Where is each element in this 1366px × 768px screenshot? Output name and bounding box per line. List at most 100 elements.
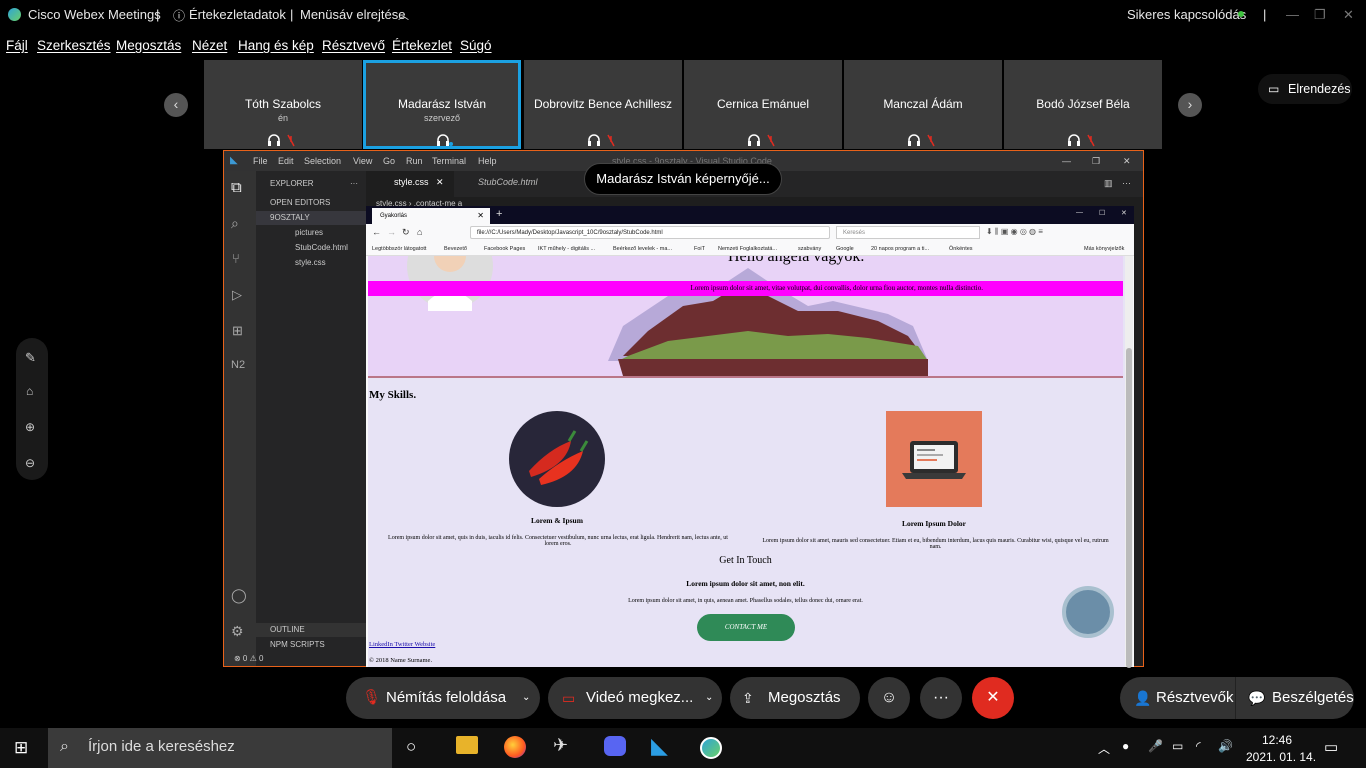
vscode-status-bar[interactable]: ⊗ 0 ⚠ 0 — [224, 651, 366, 666]
annotate-icon[interactable]: ✎ — [25, 350, 36, 366]
contact-me-button[interactable]: CONTACT ME — [697, 614, 795, 641]
minimize-icon[interactable]: — — [1286, 7, 1299, 22]
maximize-icon[interactable]: ☐ — [1099, 209, 1105, 217]
floating-avatar-icon[interactable] — [1062, 586, 1114, 638]
more-options-button[interactable]: ··· — [920, 677, 962, 719]
share-button[interactable]: ⇪ Megosztás — [730, 677, 860, 719]
page-scrollbar[interactable] — [1125, 256, 1133, 668]
vscode-menu-item[interactable]: File — [253, 156, 268, 166]
tab-style-css[interactable]: style.css ✕ — [366, 171, 454, 197]
browser-search-input[interactable]: Keresés — [836, 226, 980, 239]
vscode-menu-item[interactable]: Help — [478, 156, 497, 166]
bookmark-item[interactable]: FoiT — [694, 246, 705, 252]
close-icon[interactable]: ✕ — [1343, 7, 1354, 23]
browser-extension-icons[interactable]: ⬇ ⫼ ▣ ◉ ◎ ◍ ≡ — [986, 227, 1130, 239]
unmute-button[interactable]: 🎙 Némítás feloldása ⌄ — [346, 677, 540, 719]
more-actions-icon[interactable]: ··· — [1122, 178, 1131, 188]
extension-n2-icon[interactable]: N2 — [231, 359, 245, 371]
menu-file[interactable]: Fájl — [6, 38, 28, 53]
tab-stubcode-html[interactable]: StubCode.html — [454, 171, 554, 197]
new-tab-icon[interactable]: + — [496, 208, 502, 220]
hide-menu-button[interactable]: Menüsáv elrejtése — [300, 7, 406, 22]
notifications-icon[interactable]: ▭ — [1324, 738, 1338, 756]
participant-tile[interactable]: Bodó József Béla — [1004, 60, 1162, 149]
maximize-icon[interactable]: ❐ — [1314, 7, 1326, 23]
participant-tile[interactable]: Cernica Emánuel — [684, 60, 842, 149]
run-debug-icon[interactable]: ▷ — [232, 287, 242, 303]
outline-section[interactable]: OUTLINE — [256, 623, 366, 637]
account-icon[interactable]: ◯ — [231, 587, 247, 604]
chevron-down-icon[interactable]: ⌄ — [705, 677, 713, 719]
chat-button[interactable]: 💬 Beszélgetés — [1236, 677, 1354, 719]
bookmark-item[interactable]: szabvány — [798, 246, 821, 252]
bookmark-item[interactable]: 20 napos program a ti... — [871, 246, 929, 252]
participant-tile-active[interactable]: Madarász István szervező — [363, 60, 521, 149]
menu-edit[interactable]: Szerkesztés — [37, 38, 111, 53]
taskbar-search-input[interactable]: Írjon ide a kereséshez — [48, 728, 392, 768]
menu-audio-video[interactable]: Hang és kép — [238, 38, 314, 53]
chevron-up-icon[interactable]: ︿ — [1098, 740, 1110, 757]
discord-icon[interactable] — [604, 736, 626, 756]
forward-icon[interactable]: → — [387, 227, 396, 237]
participants-button[interactable]: 👤 Résztvevők — [1120, 677, 1236, 719]
settings-gear-icon[interactable]: ⚙ — [231, 623, 244, 640]
battery-icon[interactable]: ▭ — [1172, 739, 1183, 753]
bookmark-item[interactable]: Legtöbbször látogatott — [372, 246, 426, 252]
minimize-icon[interactable]: — — [1062, 156, 1071, 166]
vscode-icon[interactable]: ◣ — [651, 733, 668, 759]
vscode-menu-item[interactable]: Go — [383, 156, 395, 166]
reactions-button[interactable]: ☺ — [868, 677, 910, 719]
close-icon[interactable]: ✕ — [1123, 156, 1131, 167]
clock-date[interactable]: 2021. 01. 14. — [1246, 750, 1316, 764]
microphone-icon[interactable]: 🎤 — [1148, 739, 1163, 753]
layout-button[interactable]: ▭ Elrendezés — [1258, 74, 1352, 104]
firefox-icon[interactable] — [504, 736, 526, 758]
social-links[interactable]: LinkedIn Twitter Website — [369, 641, 435, 648]
bookmark-item[interactable]: Bevezető — [444, 246, 467, 252]
remote-control-icon[interactable]: ⌂ — [26, 384, 33, 398]
volume-icon[interactable]: 🔊 — [1218, 739, 1233, 753]
reload-icon[interactable]: ↻ — [402, 227, 410, 238]
vscode-menu-item[interactable]: Selection — [304, 156, 341, 166]
leave-meeting-button[interactable]: ✕ — [972, 677, 1014, 719]
minimize-icon[interactable]: — — [1076, 209, 1083, 216]
vscode-menu-item[interactable]: View — [353, 156, 372, 166]
menu-view[interactable]: Nézet — [192, 38, 227, 53]
search-icon[interactable]: ⌕ — [231, 215, 239, 232]
close-tab-icon[interactable]: ✕ — [477, 211, 484, 220]
meeting-info-button[interactable]: Értekezletadatok — [189, 7, 286, 22]
folder-section[interactable]: 9OSZTALY — [256, 211, 366, 225]
bookmark-item[interactable]: Beérkező levelek - ma... — [613, 246, 672, 252]
zoom-in-icon[interactable]: ⊕ — [25, 420, 35, 434]
task-view-icon[interactable]: ○ — [406, 737, 416, 757]
vscode-menu-item[interactable]: Run — [406, 156, 423, 166]
file-item-style[interactable]: style.css — [256, 256, 366, 270]
windows-start-icon[interactable]: ⊞ — [14, 738, 28, 758]
chevron-right-icon[interactable]: › — [1178, 93, 1202, 117]
address-bar[interactable]: file:///C:/Users/Mady/Desktop/Javascript… — [470, 226, 830, 239]
menu-share[interactable]: Megosztás — [116, 38, 181, 53]
home-icon[interactable]: ⌂ — [417, 227, 422, 237]
source-control-icon[interactable]: ⑂ — [232, 251, 240, 266]
webex-tray-icon[interactable]: ● — [1122, 739, 1129, 753]
restore-icon[interactable]: ❐ — [1092, 156, 1100, 167]
menu-participant[interactable]: Résztvevő — [322, 38, 385, 53]
npm-scripts-section[interactable]: NPM SCRIPTS — [256, 638, 366, 652]
chevron-left-icon[interactable]: ‹ — [164, 93, 188, 117]
clock-time[interactable]: 12:46 — [1262, 733, 1292, 747]
bookmark-item[interactable]: Önkéntes — [949, 246, 973, 252]
file-item-stubcode[interactable]: StubCode.html — [256, 241, 366, 255]
split-editor-icon[interactable]: ▥ — [1104, 178, 1113, 189]
participant-tile[interactable]: Dobrovitz Bence Achillesz — [524, 60, 682, 149]
chevron-up-icon[interactable]: ︿ — [398, 7, 409, 23]
bookmark-item[interactable]: IKT műhely - digitális ... — [538, 246, 595, 252]
explorer-icon[interactable]: ⧉ — [231, 179, 242, 196]
close-icon[interactable]: ✕ — [1121, 209, 1127, 217]
menu-meeting[interactable]: Értekezlet — [392, 38, 452, 53]
extensions-icon[interactable]: ⊞ — [232, 323, 243, 339]
app-icon[interactable]: ✈ — [553, 735, 568, 756]
file-explorer-icon[interactable] — [456, 736, 478, 754]
back-icon[interactable]: ← — [372, 227, 381, 237]
vscode-menu-item[interactable]: Terminal — [432, 156, 466, 166]
folder-item-pictures[interactable]: pictures — [256, 226, 366, 240]
